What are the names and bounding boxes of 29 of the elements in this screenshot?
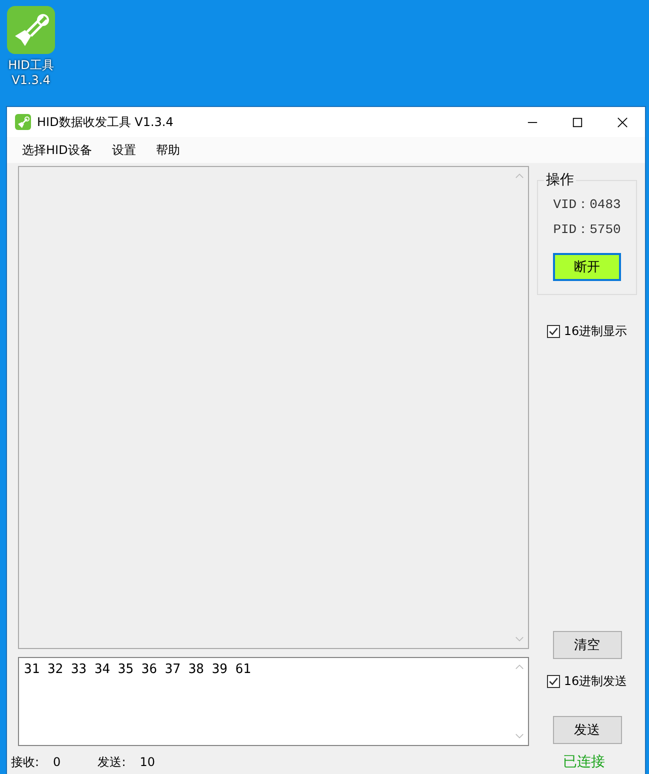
status-value: 0 (53, 755, 61, 769)
scroll-down-icon[interactable] (515, 733, 524, 739)
receive-area[interactable] (18, 166, 529, 649)
group-title: 操作 (544, 171, 576, 189)
connection-status: 已连接 (563, 753, 605, 771)
send-button[interactable]: 发送 (552, 716, 622, 744)
checkbox[interactable] (546, 325, 560, 338)
scroll-down-icon[interactable] (515, 636, 524, 642)
menu-item[interactable]: 设置 (104, 142, 143, 158)
clear-button[interactable]: 清空 (552, 631, 622, 659)
app-icon[interactable] (7, 6, 55, 54)
icon-label: HID工具 (8, 58, 54, 73)
icon-label: V1.3.4 (12, 73, 50, 88)
status-label: 接收: (11, 754, 40, 770)
disconnect-button[interactable]: 断开 (553, 253, 621, 281)
checkbox-label: 16进制发送 (564, 673, 628, 690)
status-value: 10 (140, 755, 156, 769)
app-icon (15, 114, 31, 130)
checkbox[interactable] (546, 675, 560, 688)
status-label: 发送: (98, 754, 126, 770)
window-title: HID数据收发工具 V1.3.4 (37, 114, 174, 130)
checkbox-label: 16进制显示 (564, 323, 628, 340)
vid-label: VID：0483 (553, 196, 621, 213)
pid-label: PID：5750 (553, 221, 621, 238)
scroll-up-icon[interactable] (515, 664, 524, 670)
menu-item[interactable]: 选择HID设备 (15, 142, 99, 158)
scroll-up-icon[interactable] (515, 173, 524, 179)
menu-item[interactable]: 帮助 (148, 142, 187, 158)
send-field[interactable]: 31 32 33 34 35 36 37 38 39 61 (18, 657, 529, 746)
